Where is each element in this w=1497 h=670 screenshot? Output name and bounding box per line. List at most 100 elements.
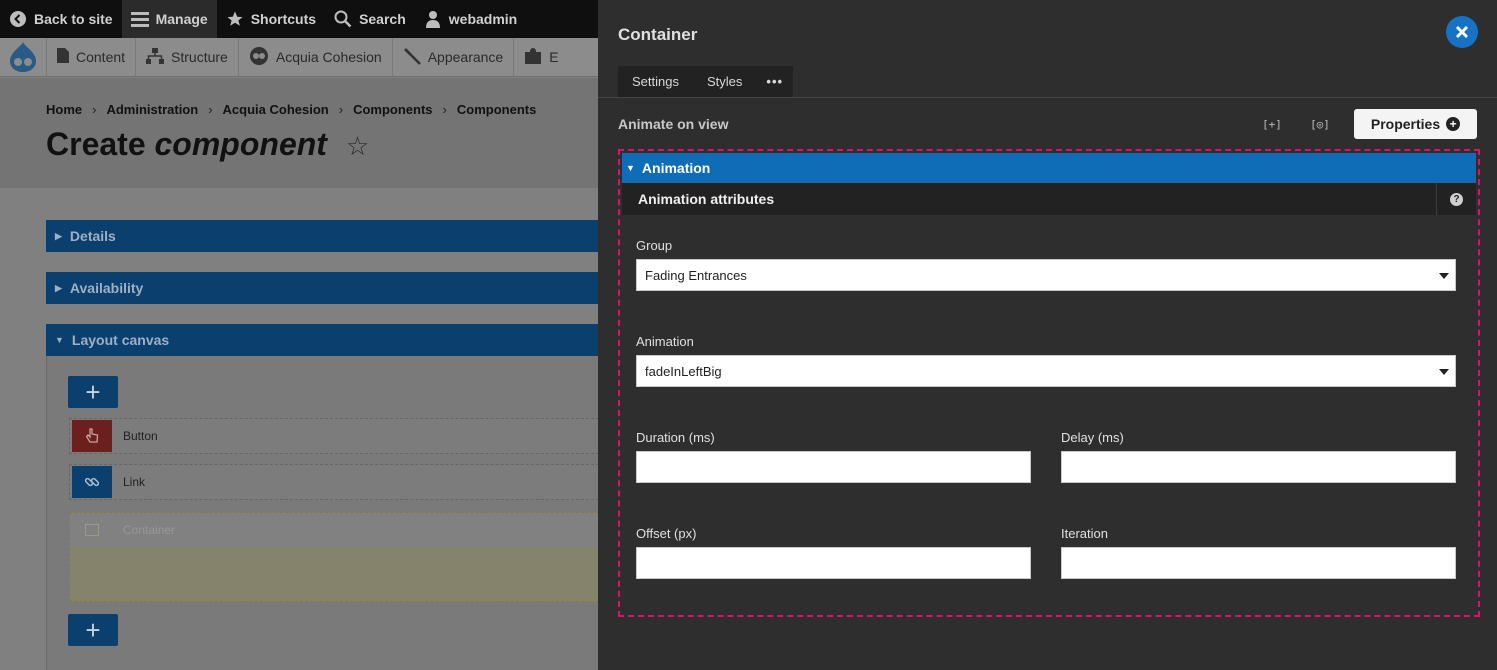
iteration-input[interactable]	[1061, 547, 1456, 579]
triangle-down-icon: ▼	[55, 335, 64, 345]
admin-toolbar: Back to site Manage Shortcuts Search web…	[0, 0, 598, 38]
iteration-label: Iteration	[1061, 526, 1108, 541]
tray-item-structure-label: Structure	[171, 49, 228, 65]
back-to-site-label: Back to site	[34, 11, 113, 27]
tray-item-content-label: Content	[76, 49, 126, 65]
manage-label: Manage	[155, 11, 208, 27]
accordion-details-label: Details	[69, 228, 116, 244]
page-title: Create component ☆	[46, 126, 369, 163]
tray-item-content[interactable]: Content	[46, 37, 135, 77]
breadcrumb-separator: ›	[442, 102, 447, 117]
help-icon: ?	[1450, 192, 1463, 206]
shortcuts-label: Shortcuts	[250, 11, 317, 27]
user-icon	[424, 10, 442, 28]
animation-section-header[interactable]: ▼ Animation	[622, 153, 1476, 183]
animation-label: Animation	[636, 334, 694, 349]
container-icon	[72, 514, 112, 546]
breadcrumb-item[interactable]: Components	[353, 102, 432, 117]
canvas-item-container-label: Container	[123, 523, 176, 537]
tray-item-acquia-cohesion-label: Acquia Cohesion	[275, 49, 382, 65]
breadcrumb-separator: ›	[92, 102, 97, 117]
tray-item-extend[interactable]: E	[513, 37, 568, 77]
canvas-item-button[interactable]: Button	[69, 418, 599, 454]
puzzle-icon	[524, 47, 542, 68]
tray-item-appearance-label: Appearance	[427, 49, 504, 65]
breadcrumb-item[interactable]: Acquia Cohesion	[223, 102, 329, 117]
animation-attributes-label: Animation attributes	[638, 191, 775, 207]
link-icon	[72, 466, 112, 498]
panel-tabs: Settings Styles •••	[618, 66, 794, 97]
user-tab[interactable]: webadmin	[415, 0, 526, 38]
hand-pointer-icon	[72, 420, 112, 452]
canvas-item-container[interactable]: Container	[69, 512, 599, 602]
star-icon	[226, 10, 244, 28]
delay-input[interactable]	[1061, 451, 1456, 483]
animation-attributes-header: Animation attributes ?	[622, 183, 1476, 215]
admin-tray: Content Structure Acquia Cohesion Appear…	[0, 37, 598, 77]
page-title-italic: component	[154, 126, 327, 162]
close-panel-button[interactable]	[1446, 16, 1478, 48]
animation-select[interactable]: fadeInLeftBig	[636, 355, 1456, 387]
duration-input[interactable]	[636, 451, 1031, 483]
search-label: Search	[359, 11, 406, 27]
manage-tab[interactable]: Manage	[121, 0, 217, 38]
tray-item-extend-label: E	[549, 49, 559, 65]
canvas-item-button-label: Button	[123, 429, 158, 443]
tray-item-structure[interactable]: Structure	[135, 37, 238, 77]
user-label: webadmin	[448, 11, 518, 27]
page-title-plain: Create	[46, 126, 146, 162]
offset-label: Offset (px)	[636, 526, 697, 541]
chevron-left-circle-icon	[9, 10, 27, 28]
triangle-right-icon: ▶	[55, 282, 62, 293]
canvas-item-link[interactable]: Link	[69, 464, 599, 500]
accordion-availability-label: Availability	[69, 280, 144, 296]
delay-label: Delay (ms)	[1061, 430, 1124, 445]
panel-divider	[598, 97, 1497, 98]
breadcrumb-separator: ›	[208, 102, 213, 117]
breadcrumb-item[interactable]: Components	[457, 102, 536, 117]
page-header: Home › Administration › Acquia Cohesion …	[0, 78, 598, 188]
breadcrumb: Home › Administration › Acquia Cohesion …	[46, 102, 536, 117]
tray-item-appearance[interactable]: Appearance	[391, 37, 514, 77]
tab-settings[interactable]: Settings	[618, 66, 693, 97]
animation-section-label: Animation	[641, 160, 711, 176]
add-component-button-top[interactable]: +	[68, 376, 118, 408]
help-button[interactable]: ?	[1436, 183, 1476, 215]
expand-fields-icon[interactable]: [+]	[1260, 114, 1284, 134]
paintbrush-icon	[403, 47, 421, 68]
group-select[interactable]: Fading Entrances	[636, 259, 1456, 291]
hamburger-icon	[130, 10, 149, 28]
group-label: Group	[636, 238, 673, 253]
preview-icon[interactable]: [◎]	[1308, 114, 1332, 134]
add-component-button-bottom[interactable]: +	[68, 614, 118, 646]
breadcrumb-item[interactable]: Administration	[106, 102, 198, 117]
cohesion-icon	[249, 46, 269, 69]
shortcuts-tab[interactable]: Shortcuts	[217, 0, 325, 38]
accordion-layout-canvas[interactable]: ▼ Layout canvas	[46, 324, 598, 356]
canvas-item-link-label: Link	[123, 475, 146, 489]
properties-button[interactable]: Properties +	[1354, 109, 1477, 139]
duration-label: Duration (ms)	[636, 430, 715, 445]
animation-select-value: fadeInLeftBig	[645, 363, 722, 379]
plus-circle-icon: +	[1446, 117, 1461, 131]
properties-button-label: Properties	[1370, 116, 1441, 132]
tray-item-acquia-cohesion[interactable]: Acquia Cohesion	[237, 37, 392, 77]
drupal-logo-icon[interactable]	[0, 38, 46, 77]
document-icon	[57, 48, 69, 66]
back-to-site-link[interactable]: Back to site	[0, 0, 122, 38]
favorite-star-icon[interactable]: ☆	[346, 131, 369, 161]
close-icon	[1455, 25, 1469, 39]
animate-on-view-label: Animate on view	[618, 116, 729, 132]
animation-form-frame: ▼ Animation Animation attributes ? Group…	[618, 149, 1480, 617]
container-header: Container	[70, 513, 598, 547]
tab-more-options[interactable]: •••	[756, 66, 793, 97]
accordion-availability[interactable]: ▶ Availability	[46, 272, 598, 304]
caret-down-icon	[1439, 273, 1449, 279]
search-tab[interactable]: Search	[325, 0, 415, 38]
accordion-layout-canvas-label: Layout canvas	[71, 332, 170, 348]
layout-canvas: + Button Link Container +	[46, 356, 599, 670]
breadcrumb-item[interactable]: Home	[46, 102, 82, 117]
accordion-details[interactable]: ▶ Details	[46, 220, 598, 252]
tab-styles[interactable]: Styles	[693, 66, 756, 97]
offset-input[interactable]	[636, 547, 1031, 579]
